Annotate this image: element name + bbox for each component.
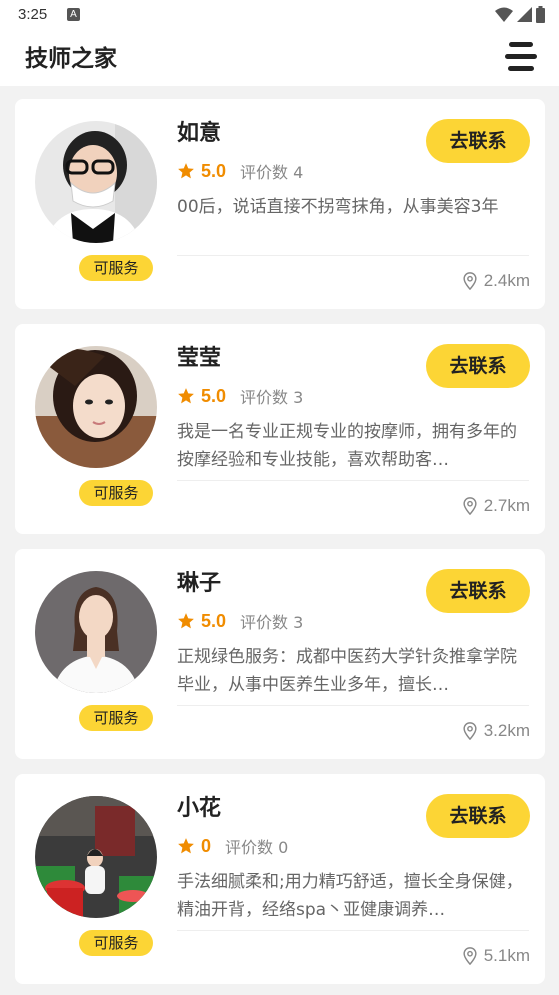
avatar-image xyxy=(35,346,157,468)
location-pin-icon xyxy=(463,497,477,515)
page-title: 技师之家 xyxy=(25,46,117,72)
location-pin-icon xyxy=(463,947,477,965)
distance-row: 2.7km xyxy=(462,496,530,516)
contact-button[interactable]: 去联系 xyxy=(426,344,530,388)
divider xyxy=(177,930,529,931)
divider xyxy=(177,705,529,706)
notification-icon: A xyxy=(67,8,80,21)
status-badge: 可服务 xyxy=(79,255,153,281)
distance-value: 2.4km xyxy=(483,271,530,290)
avatar-image xyxy=(35,796,157,918)
status-icons xyxy=(495,6,545,23)
app-bar: 技师之家 xyxy=(0,30,559,86)
avatar: 可服务 xyxy=(35,121,157,281)
distance-value: 5.1km xyxy=(483,946,530,965)
divider xyxy=(177,255,529,256)
rating-row: 5.0 评价数 4 xyxy=(177,159,303,183)
star-icon xyxy=(178,388,194,404)
avatar: 可服务 xyxy=(35,796,157,956)
contact-button[interactable]: 去联系 xyxy=(426,794,530,838)
review-count: 评价数 3 xyxy=(240,613,304,632)
technician-name: 琳子 xyxy=(177,571,222,596)
technician-card[interactable]: 可服务 小花 去联系 0 评价数 0 手法细腻柔和;用力精巧舒适，擅长全身保健，… xyxy=(15,774,545,984)
avatar-image xyxy=(35,121,157,243)
contact-button[interactable]: 去联系 xyxy=(426,569,530,613)
signal-icon xyxy=(517,6,532,22)
distance-value: 3.2km xyxy=(483,721,530,740)
contact-button[interactable]: 去联系 xyxy=(426,119,530,163)
location-pin-icon xyxy=(463,722,477,740)
distance-row: 3.2km xyxy=(462,721,530,741)
wifi-icon xyxy=(495,7,513,22)
rating-value: 5.0 xyxy=(201,160,227,181)
divider xyxy=(177,480,529,481)
technician-card[interactable]: 可服务 如意 去联系 5.0 评价数 4 00后，说话直接不拐弯抹角，从事美容3… xyxy=(15,99,545,309)
technician-name: 莹莹 xyxy=(177,346,222,371)
distance-row: 2.4km xyxy=(462,271,530,291)
distance-row: 5.1km xyxy=(462,946,530,966)
avatar-image xyxy=(35,571,157,693)
avatar: 可服务 xyxy=(35,346,157,506)
avatar: 可服务 xyxy=(35,571,157,731)
status-badge: 可服务 xyxy=(79,930,153,956)
rating-value: 5.0 xyxy=(201,610,227,631)
technician-name: 如意 xyxy=(177,121,222,146)
rating-row: 5.0 评价数 3 xyxy=(177,384,303,408)
status-bar: 3:25 A xyxy=(0,0,559,30)
location-pin-icon xyxy=(463,272,477,290)
star-icon xyxy=(178,613,194,629)
review-count: 评价数 4 xyxy=(240,163,304,182)
rating-value: 5.0 xyxy=(201,385,227,406)
status-time: 3:25 xyxy=(18,6,48,23)
technician-description: 手法细腻柔和;用力精巧舒适，擅长全身保健，精油开背，经络spa丶亚健康调养… xyxy=(177,872,523,920)
battery-icon xyxy=(536,6,545,23)
star-icon xyxy=(178,163,194,179)
rating-row: 0 评价数 0 xyxy=(177,834,288,858)
status-badge: 可服务 xyxy=(79,705,153,731)
technician-description: 00后，说话直接不拐弯抹角，从事美容3年 xyxy=(177,197,499,217)
technician-description: 正规绿色服务：成都中医药大学针灸推拿学院毕业，从事中医养生业多年，擅长… xyxy=(177,647,517,695)
distance-value: 2.7km xyxy=(483,496,530,515)
technician-card[interactable]: 可服务 琳子 去联系 5.0 评价数 3 正规绿色服务：成都中医药大学针灸推拿学… xyxy=(15,549,545,759)
rating-value: 0 xyxy=(201,835,212,856)
review-count: 评价数 0 xyxy=(225,838,289,857)
technician-card[interactable]: 可服务 莹莹 去联系 5.0 评价数 3 我是一名专业正规专业的按摩师，拥有多年… xyxy=(15,324,545,534)
review-count: 评价数 3 xyxy=(240,388,304,407)
star-icon xyxy=(178,838,194,854)
menu-icon[interactable] xyxy=(505,42,537,72)
status-badge: 可服务 xyxy=(79,480,153,506)
technician-description: 我是一名专业正规专业的按摩师，拥有多年的按摩经验和专业技能，喜欢帮助客… xyxy=(177,422,517,470)
rating-row: 5.0 评价数 3 xyxy=(177,609,303,633)
technician-name: 小花 xyxy=(177,796,222,821)
